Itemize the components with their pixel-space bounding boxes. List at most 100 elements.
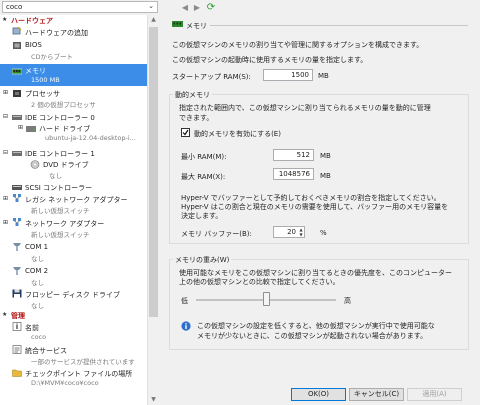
sidebar-item-sublabel: 一部のサービスが提供されています xyxy=(31,358,135,366)
sidebar-item-sublabel: なし xyxy=(49,172,62,180)
bios-chip-icon xyxy=(13,42,21,49)
weight-low-label: 低 xyxy=(181,297,188,305)
settings-tree: ★ ハードウェア ハードウェアの追加 BIOS CDからブート メモリ 1500… xyxy=(0,15,148,405)
scroll-down-arrow-icon[interactable]: ▼ xyxy=(147,396,160,403)
spinner-down-icon[interactable]: ▼ xyxy=(298,232,304,237)
memory-weight-slider-thumb[interactable] xyxy=(262,292,270,306)
expand-icon[interactable]: ⊞ xyxy=(3,195,8,202)
buffer-percent: % xyxy=(320,229,327,237)
sidebar-item-com1[interactable]: COM 1 なし xyxy=(0,242,147,263)
memory-weight-description-2: 上の他の仮想マシンとの比較で指定してください。 xyxy=(179,278,340,286)
sidebar-item-memory[interactable]: メモリ 1500 MB xyxy=(0,64,147,86)
sidebar-item-com2[interactable]: COM 2 なし xyxy=(0,266,147,287)
forward-button[interactable]: ▶ xyxy=(191,2,203,13)
chevron-down-icon: ⌄ xyxy=(148,2,154,10)
sidebar-item-bios[interactable]: BIOS CDからブート xyxy=(0,40,147,61)
management-header: 管理 xyxy=(11,312,25,320)
hardware-category[interactable]: ★ ハードウェア xyxy=(0,16,147,26)
maximum-ram-unit: MB xyxy=(320,172,331,180)
sidebar-item-label: 統合サービス xyxy=(25,347,67,355)
collapse-icon[interactable]: ⊟ xyxy=(3,113,8,120)
sidebar-item-name[interactable]: 名前 coco xyxy=(0,322,147,343)
weight-info-text: この仮想マシンの設定を低くすると、他の仮想マシンが実行中で使用可能な xyxy=(197,322,435,330)
sidebar-item-floppy-drive[interactable]: フロッピー ディスク ドライブ なし xyxy=(0,289,147,310)
network-adapter-icon xyxy=(13,218,21,226)
sidebar-item-sublabel: coco xyxy=(31,333,47,341)
integration-services-icon xyxy=(12,345,22,354)
sidebar-item-label: COM 2 xyxy=(25,267,49,275)
serial-port-icon xyxy=(13,267,21,275)
maximum-ram-label: 最大 RAM(X): xyxy=(181,173,226,181)
sidebar-item-label: プロセッサ xyxy=(25,90,60,98)
name-tag-icon xyxy=(12,322,22,331)
sidebar-item-sublabel: なし xyxy=(31,302,44,310)
enable-dynamic-memory-checkbox[interactable] xyxy=(181,128,190,137)
cancel-button[interactable]: キャンセル(C) xyxy=(349,388,404,401)
sidebar-item-legacy-network-adapter[interactable]: ⊞ レガシ ネットワーク アダプター 新しい仮想スイッチ xyxy=(0,194,147,215)
refresh-button[interactable]: ⟳ xyxy=(205,2,217,13)
sidebar-item-label: IDE コントローラー 0 xyxy=(25,114,95,122)
sidebar-item-label: ハードウェアの追加 xyxy=(25,29,88,37)
startup-ram-input[interactable]: 1500 xyxy=(263,69,313,81)
buffer-description-3: 決定します。 xyxy=(181,212,223,220)
sidebar-item-network-adapter[interactable]: ⊞ ネットワーク アダプター 新しい仮想スイッチ xyxy=(0,218,147,239)
expand-icon[interactable]: ⊞ xyxy=(3,89,8,96)
weight-high-label: 高 xyxy=(344,297,351,305)
dynamic-memory-description-2: できます。 xyxy=(179,114,214,122)
scroll-up-arrow-icon[interactable]: ▲ xyxy=(147,16,160,23)
title-divider xyxy=(210,25,468,26)
section-title: メモリ xyxy=(186,22,207,30)
sidebar-item-hard-drive[interactable]: ⊞ ハード ドライブ ubuntu-ja-12.04-desktop-i... xyxy=(0,123,147,144)
hardware-header: ハードウェア xyxy=(11,17,53,25)
sidebar-item-label: DVD ドライブ xyxy=(43,161,89,169)
dynamic-memory-group xyxy=(169,94,469,244)
maximum-ram-input[interactable]: 1048576 xyxy=(273,168,314,180)
sidebar-item-processor[interactable]: ⊞ プロセッサ 2 個の仮想プロセッサ xyxy=(0,88,147,109)
management-category[interactable]: ★ 管理 xyxy=(0,311,147,321)
sidebar-item-label: IDE コントローラー 1 xyxy=(25,150,95,158)
memory-buffer-label: メモリ バッファー(B): xyxy=(181,230,252,238)
back-button[interactable]: ◀ xyxy=(179,2,191,13)
memory-description: この仮想マシンのメモリの割り当てや管理に関するオプションを構成できます。 xyxy=(172,41,424,49)
network-adapter-icon xyxy=(13,194,21,202)
hard-drive-icon xyxy=(26,126,36,132)
processor-icon xyxy=(13,90,21,97)
apply-button[interactable]: 適用(A) xyxy=(407,388,462,401)
sidebar-item-integration-services[interactable]: 統合サービス 一部のサービスが提供されています xyxy=(0,345,147,366)
sidebar-item-dvd-drive[interactable]: DVD ドライブ なし xyxy=(0,159,147,180)
sidebar-item-add-hardware[interactable]: ハードウェアの追加 xyxy=(0,27,147,39)
buffer-spinner[interactable]: ▲ ▼ xyxy=(298,227,304,237)
enable-dynamic-memory-label[interactable]: 動的メモリを有効にする(E) xyxy=(194,129,281,139)
weight-info-text-2: メモリが少ないときに、この仮想マシンが起動されない場合があります。 xyxy=(197,332,428,340)
sidebar-item-ide-controller-0[interactable]: ⊟ IDE コントローラー 0 xyxy=(0,112,147,123)
checkpoint-folder-icon xyxy=(12,369,22,377)
sidebar-item-ide-controller-1[interactable]: ⊟ IDE コントローラー 1 xyxy=(0,148,147,159)
memory-weight-title: メモリの重み(W) xyxy=(173,255,232,265)
sidebar-item-scsi-controller[interactable]: SCSI コントローラー xyxy=(0,182,147,193)
startup-description: この仮想マシンの起動時に使用するメモリの量を指定します。 xyxy=(172,56,368,64)
collapse-icon[interactable]: ★ xyxy=(2,311,7,318)
minimum-ram-label: 最小 RAM(M): xyxy=(181,153,227,161)
startup-ram-label: スタートアップ RAM(S): xyxy=(172,73,251,81)
sidebar-item-label: 名前 xyxy=(25,324,39,332)
sidebar-item-label: SCSI コントローラー xyxy=(25,184,93,192)
ide-controller-icon xyxy=(12,151,22,156)
ok-button[interactable]: OK(O) xyxy=(291,388,346,401)
vm-selector[interactable]: coco ⌄ xyxy=(2,1,158,13)
sidebar-item-sublabel: なし xyxy=(31,279,44,287)
sidebar-item-sublabel: 新しい仮想スイッチ xyxy=(31,231,90,239)
memory-icon xyxy=(12,68,22,75)
sidebar-item-sublabel: ubuntu-ja-12.04-desktop-i... xyxy=(45,134,136,142)
sidebar-item-label: フロッピー ディスク ドライブ xyxy=(25,291,120,299)
minimum-ram-unit: MB xyxy=(320,152,331,160)
sidebar-item-label: レガシ ネットワーク アダプター xyxy=(25,196,128,204)
collapse-icon[interactable]: ★ xyxy=(2,16,7,23)
expand-icon[interactable]: ⊞ xyxy=(3,219,8,226)
collapse-icon[interactable]: ⊟ xyxy=(3,149,8,156)
expand-icon[interactable]: ⊞ xyxy=(18,124,23,131)
scrollbar-thumb[interactable] xyxy=(149,27,158,317)
sidebar-item-checkpoint-location[interactable]: チェックポイント ファイルの場所 D:\¥MVM¥coco¥coco xyxy=(0,368,147,389)
sidebar-item-label: COM 1 xyxy=(25,243,49,251)
scsi-controller-icon xyxy=(12,185,22,190)
minimum-ram-input[interactable]: 512 xyxy=(273,149,314,161)
